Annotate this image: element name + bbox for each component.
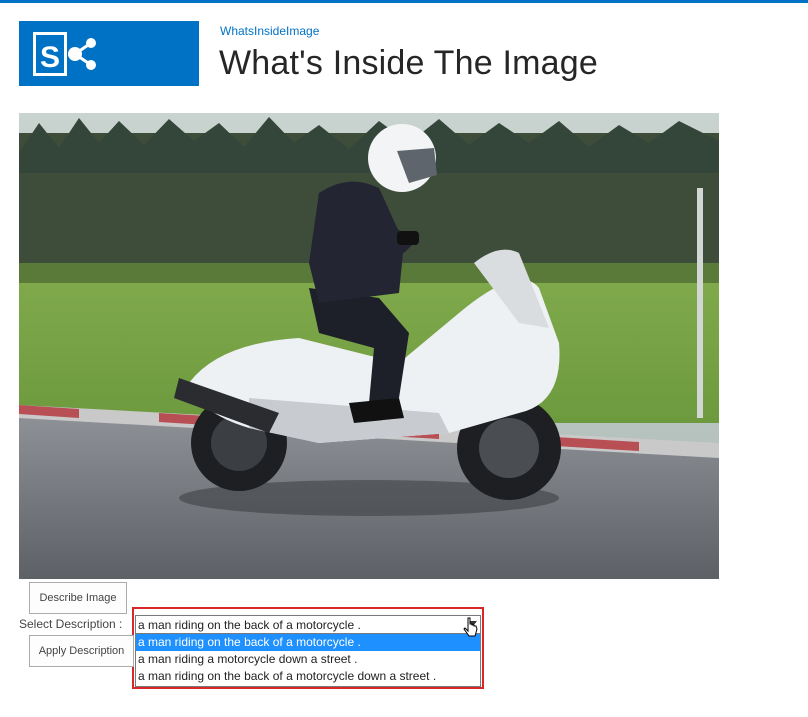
site-link[interactable]: WhatsInsideImage xyxy=(220,24,319,38)
dropdown-option[interactable]: a man riding on the back of a motorcycle… xyxy=(136,668,480,685)
page-title: What's Inside The Image xyxy=(219,44,598,82)
apply-description-button[interactable]: Apply Description xyxy=(29,635,134,667)
select-description-label: Select Description : xyxy=(19,617,123,631)
description-select[interactable]: a man riding on the back of a motorcycle… xyxy=(135,615,481,634)
select-value: a man riding on the back of a motorcycle… xyxy=(138,618,361,632)
scooter-photo xyxy=(19,113,719,579)
description-dropdown-list: a man riding on the back of a motorcycle… xyxy=(135,634,481,687)
sharepoint-icon: S xyxy=(33,32,96,76)
mouse-cursor-icon xyxy=(463,617,478,637)
top-accent-bar xyxy=(0,0,808,3)
svg-text:S: S xyxy=(40,41,60,74)
dropdown-option[interactable]: a man riding a motorcycle down a street … xyxy=(136,651,480,668)
describe-image-button[interactable]: Describe Image xyxy=(29,582,127,614)
dropdown-option[interactable]: a man riding on the back of a motorcycle… xyxy=(136,634,480,651)
sharepoint-logo[interactable]: S xyxy=(19,21,199,86)
photo-image xyxy=(19,113,719,579)
